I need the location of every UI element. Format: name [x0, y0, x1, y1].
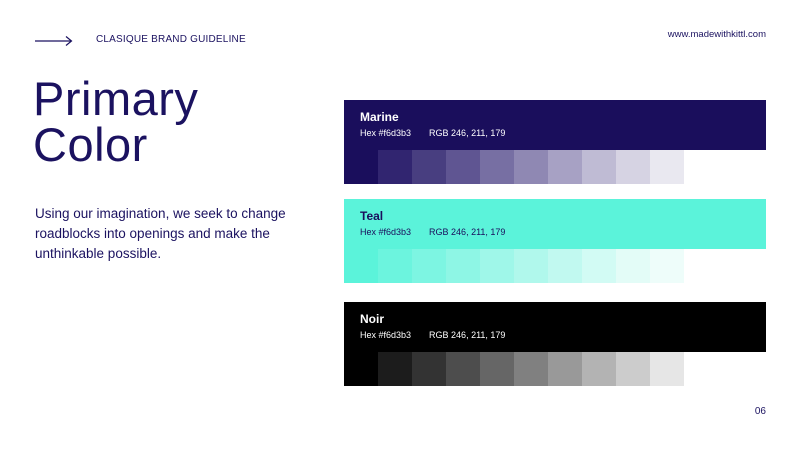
shade-swatch [412, 249, 446, 283]
shade-swatch [344, 249, 378, 283]
shade-swatch [446, 150, 480, 184]
slide: CLASIQUE BRAND GUIDELINE www.madewithkit… [0, 0, 800, 450]
color-block-noir: Noir Hex #f6d3b3 RGB 246, 211, 179 [344, 302, 766, 386]
shade-swatch [514, 249, 548, 283]
shade-swatch [616, 150, 650, 184]
rgb-value: RGB 246, 211, 179 [429, 227, 506, 237]
website-link[interactable]: www.madewithkittl.com [668, 29, 766, 40]
color-block-teal: Teal Hex #f6d3b3 RGB 246, 211, 179 [344, 199, 766, 283]
color-name: Noir [360, 312, 384, 326]
shade-swatches [344, 352, 766, 386]
shade-swatch [650, 249, 684, 283]
color-banner: Noir Hex #f6d3b3 RGB 246, 211, 179 [344, 302, 766, 352]
color-meta: Hex #f6d3b3 RGB 246, 211, 179 [360, 227, 766, 237]
color-block-marine: Marine Hex #f6d3b3 RGB 246, 211, 179 [344, 100, 766, 184]
brand-guideline-label: CLASIQUE BRAND GUIDELINE [96, 34, 246, 45]
shade-swatch [514, 150, 548, 184]
description-text: Using our imagination, we seek to change… [35, 206, 286, 261]
hex-value: Hex #f6d3b3 [360, 227, 412, 237]
color-name: Teal [360, 209, 384, 223]
shade-swatch [344, 150, 378, 184]
shade-swatches [344, 150, 766, 184]
shade-swatch [616, 249, 650, 283]
shade-swatch [412, 352, 446, 386]
color-name: Marine [360, 110, 399, 124]
shade-swatch [378, 352, 412, 386]
shade-swatch [446, 352, 480, 386]
color-meta: Hex #f6d3b3 RGB 246, 211, 179 [360, 128, 766, 138]
shade-swatch [446, 249, 480, 283]
color-banner: Marine Hex #f6d3b3 RGB 246, 211, 179 [344, 100, 766, 150]
shade-swatch [480, 249, 514, 283]
shade-swatch [480, 150, 514, 184]
color-banner: Teal Hex #f6d3b3 RGB 246, 211, 179 [344, 199, 766, 249]
hex-value: Hex #f6d3b3 [360, 330, 412, 340]
color-meta: Hex #f6d3b3 RGB 246, 211, 179 [360, 330, 766, 340]
shade-swatch [412, 150, 446, 184]
shade-swatch [548, 249, 582, 283]
shade-swatch [582, 249, 616, 283]
shade-swatches [344, 249, 766, 283]
shade-swatch [650, 150, 684, 184]
shade-swatch [480, 352, 514, 386]
shade-swatch [548, 352, 582, 386]
shade-swatch [582, 150, 616, 184]
shade-swatch [650, 352, 684, 386]
shade-swatch [378, 150, 412, 184]
rgb-value: RGB 246, 211, 179 [429, 330, 506, 340]
page-title: Primary Color [33, 72, 199, 171]
page-number: 06 [754, 406, 766, 417]
hex-value: Hex #f6d3b3 [360, 128, 412, 138]
arrow-right-icon [35, 36, 73, 46]
rgb-value: RGB 246, 211, 179 [429, 128, 506, 138]
shade-swatch [344, 352, 378, 386]
shade-swatch [378, 249, 412, 283]
shade-swatch [582, 352, 616, 386]
shade-swatch [548, 150, 582, 184]
shade-swatch [514, 352, 548, 386]
shade-swatch [616, 352, 650, 386]
